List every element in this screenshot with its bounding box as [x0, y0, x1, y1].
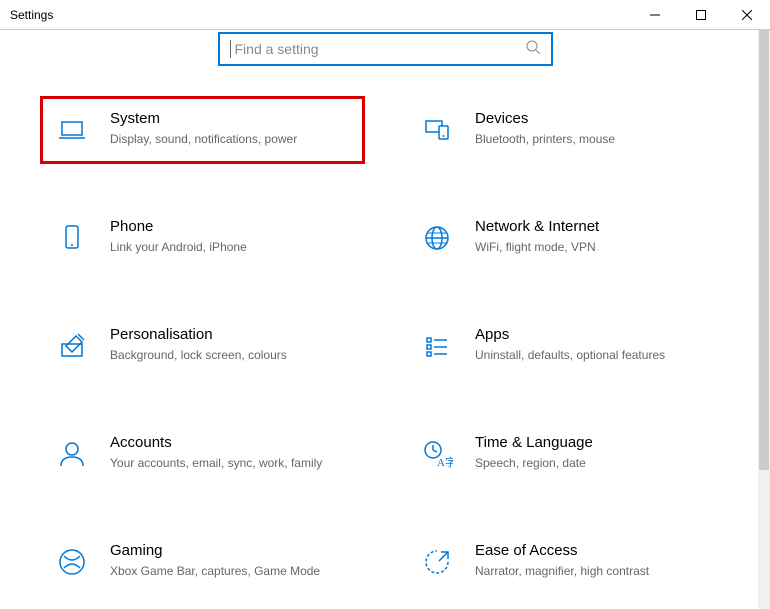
- window-controls: [632, 0, 770, 30]
- tile-desc: Your accounts, email, sync, work, family: [110, 455, 353, 472]
- tile-accounts[interactable]: Accounts Your accounts, email, sync, wor…: [40, 420, 365, 488]
- tile-phone[interactable]: Phone Link your Android, iPhone: [40, 204, 365, 272]
- tile-desc: Bluetooth, printers, mouse: [475, 131, 718, 148]
- tile-title: Ease of Access: [475, 542, 718, 559]
- search-placeholder: Find a setting: [235, 41, 525, 57]
- titlebar: Settings: [0, 0, 770, 30]
- tile-desc: Xbox Game Bar, captures, Game Mode: [110, 563, 353, 580]
- tile-desc: Display, sound, notifications, power: [110, 131, 353, 148]
- tile-desc: Link your Android, iPhone: [110, 239, 353, 256]
- list-icon: [417, 326, 457, 366]
- tile-title: Gaming: [110, 542, 353, 559]
- tile-title: Devices: [475, 110, 718, 127]
- tile-apps[interactable]: Apps Uninstall, defaults, optional featu…: [405, 312, 730, 380]
- tile-system[interactable]: System Display, sound, notifications, po…: [40, 96, 365, 164]
- globe-icon: [417, 218, 457, 258]
- search-icon: [525, 39, 541, 60]
- person-icon: [52, 434, 92, 474]
- search-container: Find a setting: [0, 32, 770, 66]
- laptop-icon: [52, 110, 92, 150]
- tile-title: Time & Language: [475, 434, 718, 451]
- tile-gaming[interactable]: Gaming Xbox Game Bar, captures, Game Mod…: [40, 528, 365, 596]
- search-input[interactable]: Find a setting: [218, 32, 553, 66]
- maximize-button[interactable]: [678, 0, 724, 30]
- tile-ease-of-access[interactable]: Ease of Access Narrator, magnifier, high…: [405, 528, 730, 596]
- tile-title: Apps: [475, 326, 718, 343]
- tile-personalisation[interactable]: Personalisation Background, lock screen,…: [40, 312, 365, 380]
- tile-desc: WiFi, flight mode, VPN: [475, 239, 718, 256]
- tile-desc: Background, lock screen, colours: [110, 347, 353, 364]
- tile-network[interactable]: Network & Internet WiFi, flight mode, VP…: [405, 204, 730, 272]
- close-button[interactable]: [724, 0, 770, 30]
- tile-title: Network & Internet: [475, 218, 718, 235]
- tile-desc: Speech, region, date: [475, 455, 718, 472]
- tile-desc: Narrator, magnifier, high contrast: [475, 563, 718, 580]
- gaming-icon: [52, 542, 92, 582]
- tile-title: Accounts: [110, 434, 353, 451]
- settings-grid: System Display, sound, notifications, po…: [0, 96, 770, 596]
- scrollbar-thumb[interactable]: [759, 30, 769, 470]
- minimize-button[interactable]: [632, 0, 678, 30]
- tile-desc: Uninstall, defaults, optional features: [475, 347, 718, 364]
- tile-devices[interactable]: Devices Bluetooth, printers, mouse: [405, 96, 730, 164]
- svg-text:A字: A字: [437, 455, 453, 469]
- tile-time-language[interactable]: A字 Time & Language Speech, region, date: [405, 420, 730, 488]
- paint-icon: [52, 326, 92, 366]
- tile-title: Personalisation: [110, 326, 353, 343]
- ease-access-icon: [417, 542, 457, 582]
- tile-title: System: [110, 110, 353, 127]
- time-language-icon: A字: [417, 434, 457, 474]
- window-title: Settings: [10, 8, 53, 22]
- devices-icon: [417, 110, 457, 150]
- text-caret: [230, 40, 231, 58]
- tile-title: Phone: [110, 218, 353, 235]
- phone-icon: [52, 218, 92, 258]
